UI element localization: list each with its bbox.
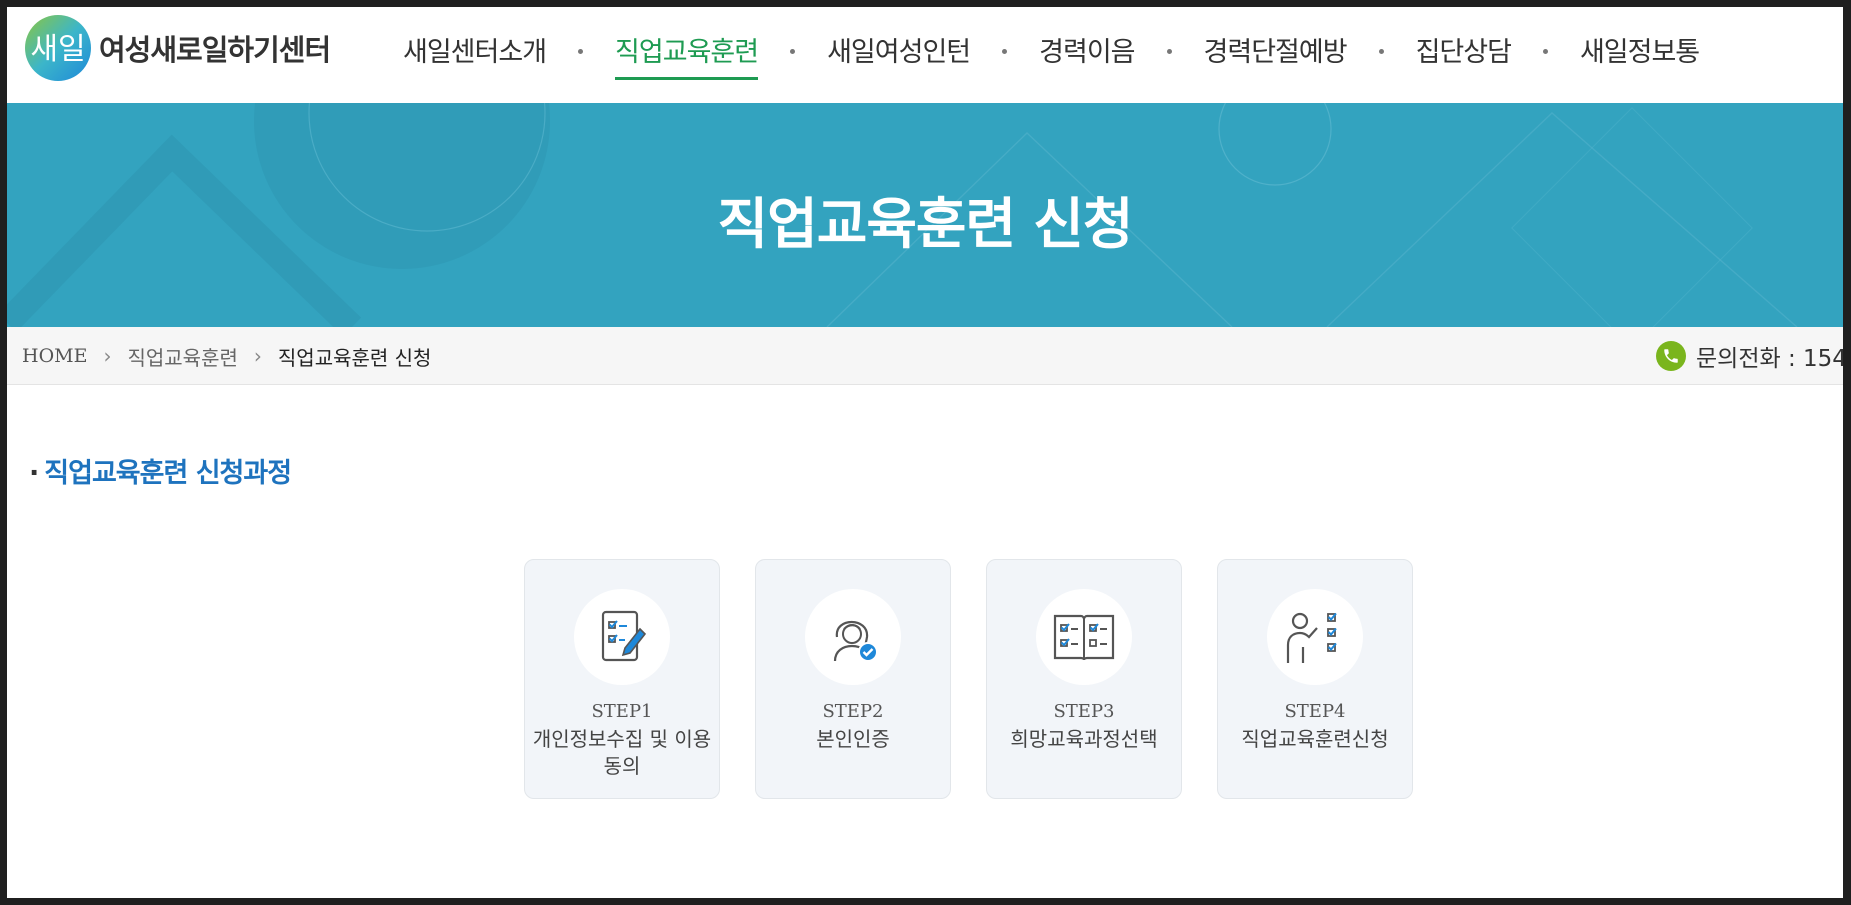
section-title-text: 직업교육훈련 신청과정	[44, 458, 292, 489]
nav-separator-dot	[790, 49, 796, 54]
breadcrumb-job-training[interactable]: 직업교육훈련	[127, 342, 237, 371]
step-number: STEP1	[591, 701, 653, 722]
step-card-2[interactable]: STEP2 본인인증	[755, 559, 951, 799]
page-title: 직업교육훈련 신청	[717, 192, 1134, 256]
step-label: 본인인증	[816, 727, 890, 751]
breadcrumb-home[interactable]: HOME	[22, 345, 87, 367]
open-book-checklist-icon	[1053, 614, 1115, 661]
step-card-1[interactable]: STEP1 개인정보수집 및 이용동의	[524, 559, 720, 799]
browser-frame: 새일 여성새로일하기센터 새일센터소개 직업교육훈련 새일여성인턴 경력이음 경…	[0, 0, 1851, 905]
person-verified-icon	[833, 621, 878, 662]
step-number: STEP2	[822, 701, 884, 722]
nav-separator-dot	[578, 49, 584, 54]
checklist-pen-icon	[601, 610, 647, 662]
step-icon-circle	[574, 589, 670, 685]
step-card-4[interactable]: STEP4 직업교육훈련신청	[1217, 559, 1413, 799]
section-title: · 직업교육훈련 신청과정	[29, 451, 292, 490]
step-label: 직업교육훈련신청	[1241, 727, 1389, 751]
logo-mark: 새일	[23, 13, 93, 83]
phone-icon	[1656, 341, 1686, 371]
breadcrumb-bar: HOME › 직업교육훈련 › 직업교육훈련 신청 문의전화 : 154	[7, 327, 1843, 385]
application-steps: STEP1 개인정보수집 및 이용동의 STEP2 본인인증 STEP3 희망교…	[524, 559, 1413, 799]
step-label: 개인정보수집 및 이용동의	[532, 727, 712, 778]
nav-separator-dot	[1542, 49, 1548, 54]
step-icon-circle	[805, 589, 901, 685]
nav-item-info[interactable]: 새일정보통	[1580, 7, 1700, 103]
nav-item-job-training[interactable]: 직업교육훈련	[615, 7, 759, 103]
step-number: STEP4	[1284, 701, 1346, 722]
step-number: STEP3	[1053, 701, 1115, 722]
page-banner: 직업교육훈련 신청	[7, 103, 1843, 327]
main-nav: 새일센터소개 직업교육훈련 새일여성인턴 경력이음 경력단절예방 집단상담 새일…	[403, 7, 1700, 103]
nav-separator-dot	[1378, 49, 1384, 54]
site-header: 새일 여성새로일하기센터 새일센터소개 직업교육훈련 새일여성인턴 경력이음 경…	[7, 7, 1843, 103]
breadcrumb-separator-icon: ›	[253, 344, 262, 368]
site-logo[interactable]: 새일 여성새로일하기센터	[23, 13, 331, 83]
nav-item-group-counseling[interactable]: 집단상담	[1416, 7, 1512, 103]
logo-mark-text: 새일	[30, 32, 85, 67]
nav-item-career-break-prevention[interactable]: 경력단절예방	[1204, 7, 1348, 103]
breadcrumb-separator-icon: ›	[103, 344, 112, 368]
nav-item-career-link[interactable]: 경력이음	[1039, 7, 1135, 103]
nav-separator-dot	[1166, 49, 1172, 54]
section-bullet: ·	[29, 458, 39, 489]
breadcrumb: HOME › 직업교육훈련 › 직업교육훈련 신청	[22, 327, 431, 385]
logo-text: 여성새로일하기센터	[99, 33, 331, 67]
nav-item-intern[interactable]: 새일여성인턴	[827, 7, 971, 103]
presenter-checklist-icon	[1286, 612, 1337, 663]
breadcrumb-current: 직업교육훈련 신청	[277, 345, 432, 370]
contact-phone: 문의전화 : 154	[1656, 327, 1847, 385]
nav-item-intro[interactable]: 새일센터소개	[403, 7, 547, 103]
step-icon-circle	[1267, 589, 1363, 685]
step-label: 희망교육과정선택	[1010, 727, 1158, 751]
step-card-3[interactable]: STEP3 희망교육과정선택	[986, 559, 1182, 799]
step-icon-circle	[1036, 589, 1132, 685]
contact-phone-label: 문의전화 : 154	[1696, 346, 1847, 372]
nav-separator-dot	[1002, 49, 1008, 54]
